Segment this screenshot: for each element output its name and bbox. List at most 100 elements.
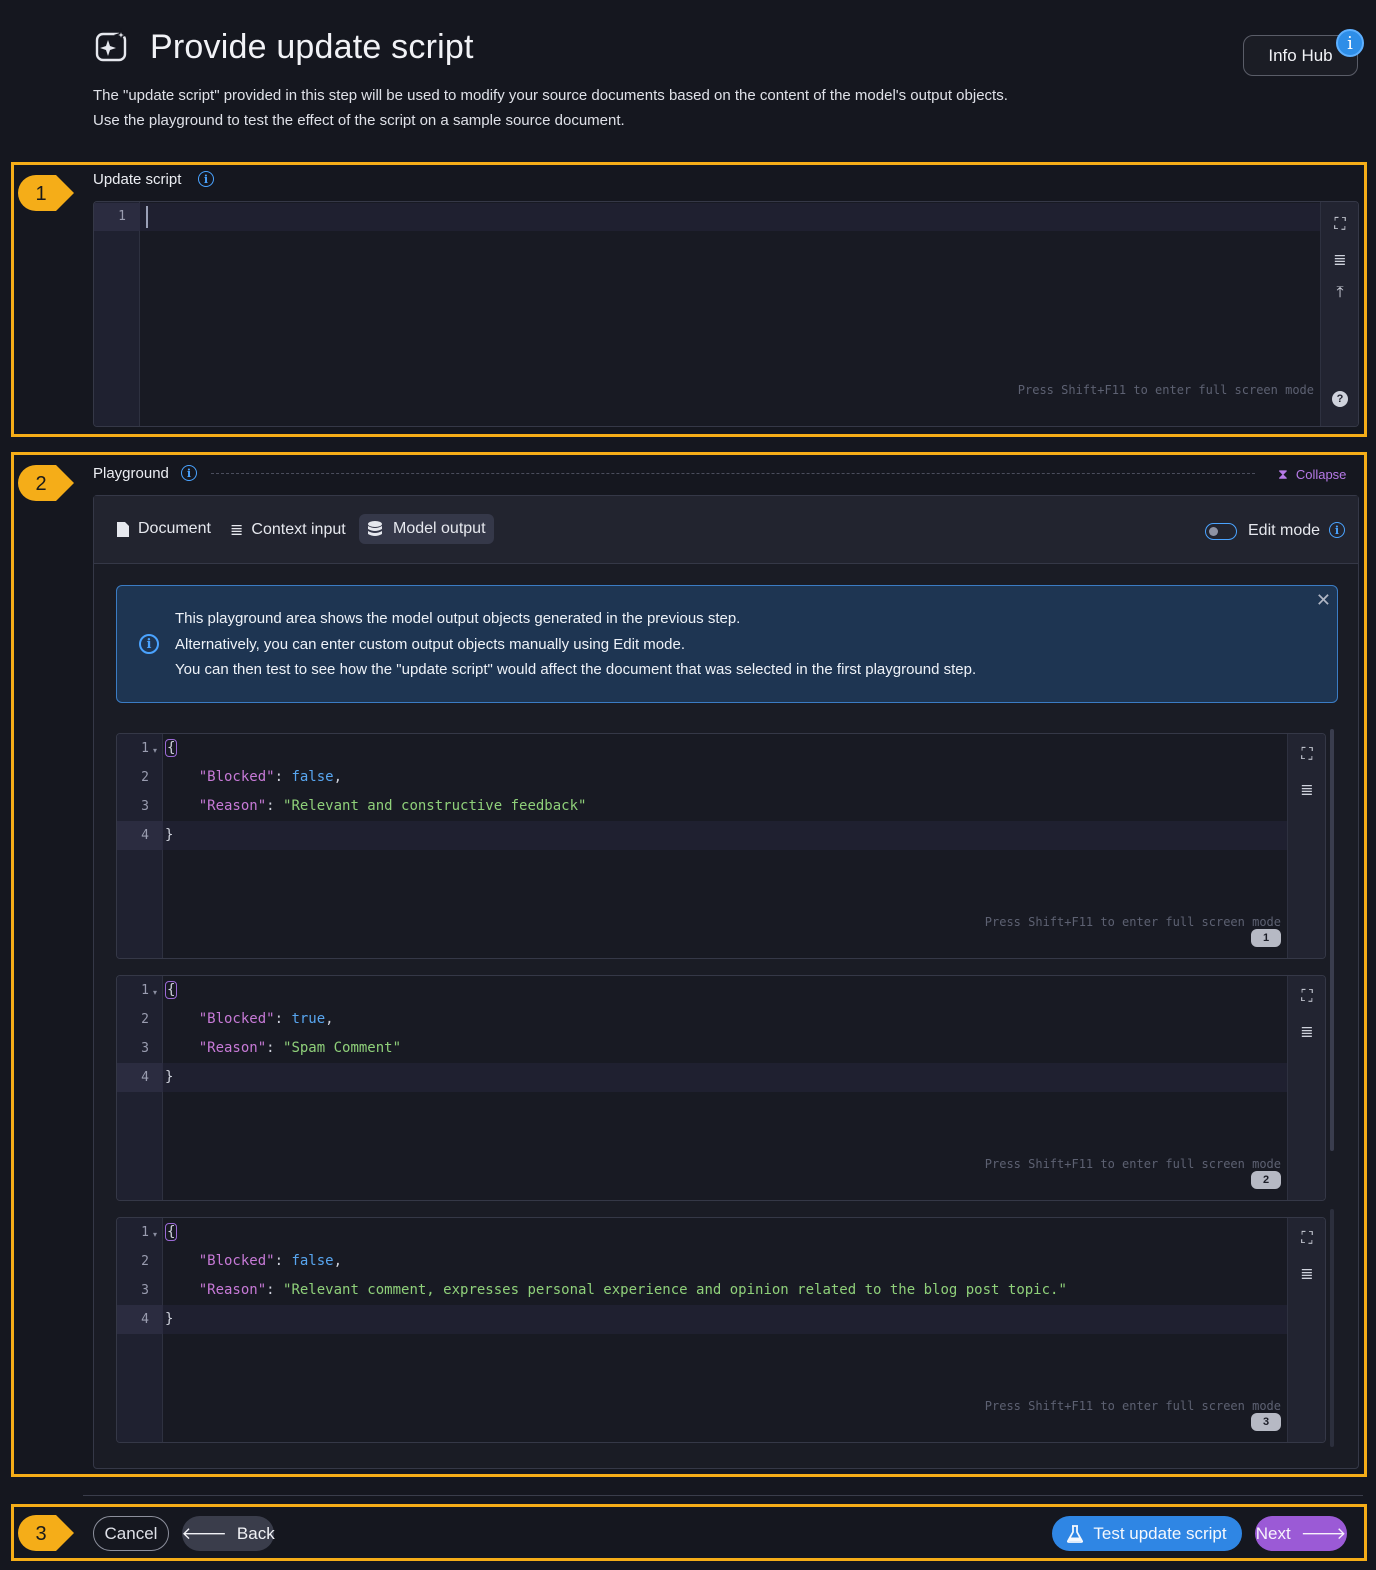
- line-number: 1: [141, 983, 149, 998]
- cancel-button[interactable]: Cancel: [93, 1516, 169, 1551]
- page-description-line2: Use the playground to test the effect of…: [93, 112, 625, 129]
- tab-model-output[interactable]: Model output: [359, 514, 494, 544]
- editor-toolbar: ⛶ ≣: [1287, 976, 1325, 1200]
- fullscreen-icon[interactable]: ⛶: [1321, 216, 1358, 234]
- database-icon: [368, 521, 382, 536]
- format-icon[interactable]: ≣: [1288, 1264, 1325, 1284]
- format-icon[interactable]: ≣: [1321, 250, 1358, 270]
- playground-info-icon[interactable]: i: [181, 465, 197, 481]
- outputs-scrollbar-track[interactable]: [1330, 1209, 1334, 1447]
- fullscreen-hint: Press Shift+F11 to enter full screen mod…: [984, 1157, 1281, 1171]
- alert-line3: You can then test to see how the "update…: [175, 661, 977, 678]
- fold-icon[interactable]: ▾: [153, 988, 157, 997]
- output-index-badge: 1: [1251, 929, 1281, 947]
- callout-marker-3-text: 3: [35, 1523, 46, 1545]
- script-sparkle-icon: [95, 28, 129, 62]
- line-number: 3: [141, 1283, 149, 1298]
- info-alert: i This playground area shows the model o…: [116, 585, 1338, 703]
- model-output-editor-1[interactable]: 1 2 3 4 ▾ { "Blocked": false, "Reason": …: [116, 733, 1326, 959]
- list-icon: ≣: [230, 522, 244, 539]
- code-line: {: [165, 1223, 178, 1241]
- tab-context-input[interactable]: ≣ Context input: [230, 520, 346, 540]
- code-line: "Blocked": false,: [198, 769, 343, 785]
- fold-icon[interactable]: ▾: [153, 746, 157, 755]
- fullscreen-icon[interactable]: ⛶: [1288, 1230, 1325, 1248]
- active-line-highlight: [140, 203, 1322, 231]
- alert-info-icon: i: [139, 634, 159, 654]
- line-number: 3: [141, 799, 149, 814]
- next-button[interactable]: Next 🡒: [1255, 1516, 1347, 1551]
- line-number: 2: [141, 1012, 149, 1027]
- info-hub-badge-icon[interactable]: i: [1336, 29, 1364, 57]
- test-update-script-button[interactable]: Test update script: [1052, 1516, 1242, 1551]
- update-script-editor[interactable]: 1 Press Shift+F11 to enter full screen m…: [93, 201, 1359, 427]
- line-number: 4: [141, 1070, 149, 1085]
- active-line-highlight: [163, 1305, 1287, 1334]
- playground-label: Playground: [93, 465, 169, 482]
- code-line: "Blocked": false,: [198, 1253, 343, 1269]
- line-number: 2: [141, 1254, 149, 1269]
- code-line: "Blocked": true,: [198, 1011, 334, 1027]
- tab-document[interactable]: Document: [116, 520, 211, 538]
- editor-toolbar: ⛶ ≣: [1287, 734, 1325, 958]
- info-hub-label: Info Hub: [1268, 45, 1333, 65]
- line-number: 3: [141, 1041, 149, 1056]
- alert-close-icon[interactable]: ✕: [1316, 590, 1331, 611]
- playground-divider: [211, 473, 1255, 474]
- code-line: }: [165, 1311, 174, 1327]
- output-index-badge: 2: [1251, 1171, 1281, 1189]
- line-number: 1: [118, 209, 126, 224]
- help-icon[interactable]: ?: [1332, 391, 1348, 407]
- update-script-info-icon[interactable]: i: [198, 171, 214, 187]
- callout-marker-3: 3: [18, 1515, 74, 1551]
- arrow-left-icon: 🡐: [181, 1523, 227, 1543]
- model-output-editor-2[interactable]: 1 2 3 4 ▾ { "Blocked": true, "Reason": "…: [116, 975, 1326, 1201]
- edit-mode-info-icon[interactable]: i: [1329, 522, 1345, 538]
- test-update-script-label: Test update script: [1093, 1523, 1227, 1543]
- document-icon: [117, 521, 129, 537]
- back-label: Back: [236, 1523, 275, 1543]
- active-line-highlight: [163, 821, 1287, 850]
- editor-gutter: [94, 202, 140, 426]
- line-number: 1: [141, 741, 149, 756]
- edit-mode-label: Edit mode: [1248, 522, 1321, 539]
- alert-line1: This playground area shows the model out…: [175, 610, 741, 627]
- tab-model-output-label: Model output: [393, 520, 486, 537]
- format-icon[interactable]: ≣: [1288, 1022, 1325, 1042]
- format-icon[interactable]: ≣: [1288, 780, 1325, 800]
- editor-toolbar: ⛶ ≣ ⤒ ?: [1320, 202, 1358, 426]
- callout-marker-2: 2: [18, 465, 74, 501]
- tab-document-label: Document: [138, 520, 211, 537]
- update-script-label: Update script: [93, 171, 182, 188]
- callout-marker-2-text: 2: [35, 473, 46, 495]
- model-output-editor-3[interactable]: 1 2 3 4 ▾ { "Blocked": false, "Reason": …: [116, 1217, 1326, 1443]
- code-line: "Reason": "Relevant comment, expresses p…: [198, 1282, 1067, 1298]
- back-button[interactable]: 🡐 Back: [181, 1516, 275, 1551]
- collapse-button[interactable]: ⧗ Collapse: [1278, 466, 1346, 483]
- code-line: {: [165, 981, 178, 999]
- callout-marker-1-text: 1: [35, 183, 46, 205]
- fullscreen-hint: Press Shift+F11 to enter full screen mod…: [984, 915, 1281, 929]
- flask-icon: [1067, 1524, 1084, 1543]
- arrow-right-icon: 🡒: [1300, 1523, 1347, 1543]
- output-index-badge: 3: [1251, 1413, 1281, 1431]
- line-number: 4: [141, 1312, 149, 1327]
- fullscreen-icon[interactable]: ⛶: [1288, 988, 1325, 1006]
- scroll-top-icon[interactable]: ⤒: [1321, 284, 1358, 302]
- active-line-highlight: [163, 1063, 1287, 1092]
- code-line: "Reason": "Spam Comment": [198, 1040, 402, 1056]
- fold-icon[interactable]: ▾: [153, 1230, 157, 1239]
- callout-marker-1: 1: [18, 175, 74, 211]
- edit-mode-toggle[interactable]: [1205, 523, 1237, 540]
- tab-context-input-label: Context input: [251, 521, 346, 538]
- outputs-scrollbar[interactable]: [1330, 729, 1334, 1151]
- fullscreen-hint: Press Shift+F11 to enter full screen mod…: [1017, 383, 1314, 397]
- alert-line2: Alternatively, you can enter custom outp…: [175, 635, 685, 653]
- code-line: }: [165, 1069, 174, 1085]
- fullscreen-icon[interactable]: ⛶: [1288, 746, 1325, 764]
- editor-toolbar: ⛶ ≣: [1287, 1218, 1325, 1442]
- text-cursor: [146, 206, 148, 228]
- page-description-line1: The "update script" provided in this ste…: [93, 87, 1008, 104]
- code-line: }: [165, 827, 174, 843]
- page-title: Provide update script: [150, 28, 474, 66]
